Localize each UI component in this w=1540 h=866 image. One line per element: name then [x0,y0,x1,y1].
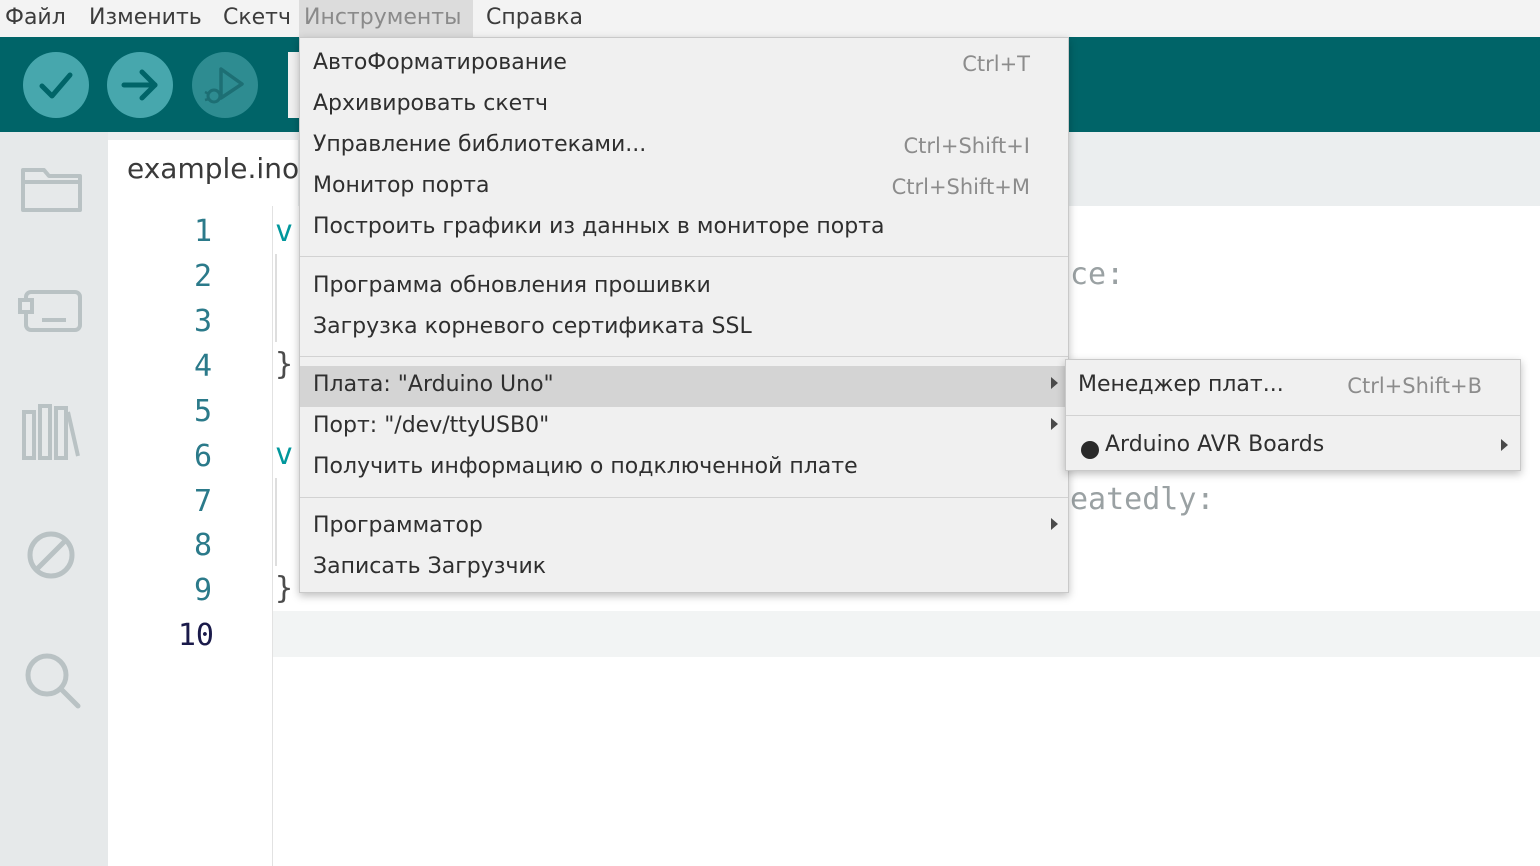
menu-item-label: Порт: "/dev/ttyUSB0" [313,413,550,438]
menu-item-board[interactable]: Плата: "Arduino Uno" [300,366,1068,407]
menu-tools[interactable]: Инструменты [299,0,473,37]
debug-icon [204,67,244,104]
code-line-9: } [275,571,294,606]
menu-item-manage-libraries[interactable]: Управление библиотеками... Ctrl+Shift+I [300,126,1068,167]
code-line-4: } [275,347,294,382]
menu-item-label: Плата: "Arduino Uno" [313,372,554,397]
debug-off-icon[interactable] [18,522,86,590]
code-line-1: v [275,214,294,249]
menu-item-firmware-updater[interactable]: Программа обновления прошивки [300,267,1068,308]
menu-item-shortcut: Ctrl+Shift+M [891,175,1030,199]
code-line-7: eatedly: [1070,482,1215,517]
selected-dot-icon [1081,441,1099,459]
menu-item-label: Монитор порта [313,173,490,198]
folder-icon[interactable] [18,154,86,222]
check-icon [39,72,73,99]
menu-separator [1066,415,1520,416]
menu-item-label: Записать Загрузчик [313,554,547,579]
menu-item-programmer[interactable]: Программатор [300,507,1068,548]
menu-item-label: Получить информацию о подключенной плате [313,454,858,479]
menu-item-shortcut: Ctrl+T [962,52,1030,76]
menu-separator [300,497,1068,498]
menu-edit[interactable]: Изменить [84,0,207,37]
menu-item-label: Программа обновления прошивки [313,273,711,298]
verify-button[interactable] [23,52,89,118]
line-number: 7 [193,484,212,519]
indent-guide [275,478,277,566]
submenu-arrow-icon [1051,418,1058,430]
line-number-current: 10 [177,618,214,653]
line-number-gutter: 1 2 3 4 5 6 7 8 9 10 [108,206,272,866]
menu-item-burn-bootloader[interactable]: Записать Загрузчик [300,548,1068,589]
menu-item-label: Программатор [313,513,483,538]
menu-separator [300,256,1068,257]
line-number: 3 [193,304,212,339]
menu-item-upload-ssl-certificate[interactable]: Загрузка корневого сертификата SSL [300,308,1068,349]
tab-label: example.ino [127,152,300,185]
menu-item-serial-monitor[interactable]: Монитор порта Ctrl+Shift+M [300,167,1068,208]
line-number: 2 [193,259,212,294]
menu-item-archive-sketch[interactable]: Архивировать скетч [300,85,1068,126]
submenu-item-avr-boards[interactable]: Arduino AVR Boards [1066,424,1520,468]
line-number: 5 [193,394,212,429]
code-line-6: v [275,437,294,472]
code-line-2: ce: [1070,257,1125,292]
board-icon[interactable] [18,276,86,344]
menu-item-label: АвтоФорматирование [313,50,567,75]
arrow-right-icon [121,69,158,101]
menu-item-shortcut: Ctrl+Shift+I [903,134,1030,158]
menu-item-label: Построить графики из данных в мониторе п… [313,214,885,239]
submenu-arrow-icon [1501,439,1508,451]
menu-separator [300,356,1068,357]
line-number: 6 [193,439,212,474]
menu-sketch[interactable]: Скетч [218,0,296,37]
submenu-item-label: Менеджер плат... [1078,372,1284,397]
submenu-item-boards-manager[interactable]: Менеджер плат... Ctrl+Shift+B [1066,366,1520,407]
line-number: 4 [193,349,212,384]
submenu-item-label: Arduino AVR Boards [1105,432,1325,457]
menu-bar: Файл Изменить Скетч Инструменты Справка [0,0,1540,37]
menu-item-label: Управление библиотеками... [313,132,647,157]
menu-item-autoformat[interactable]: АвтоФорматирование Ctrl+T [300,44,1068,85]
submenu-item-shortcut: Ctrl+Shift+B [1347,374,1482,398]
tab-example-ino[interactable]: example.ino [108,140,300,206]
menu-item-port[interactable]: Порт: "/dev/ttyUSB0" [300,407,1068,448]
menu-item-serial-plotter[interactable]: Построить графики из данных в мониторе п… [300,208,1068,249]
search-icon[interactable] [18,646,86,714]
line-number: 9 [193,573,212,608]
menu-item-label: Загрузка корневого сертификата SSL [313,314,752,339]
indent-guide [275,254,277,342]
library-icon[interactable] [18,398,86,466]
menu-help[interactable]: Справка [481,0,588,37]
submenu-arrow-icon [1051,518,1058,530]
board-submenu: Менеджер плат... Ctrl+Shift+B Arduino AV… [1065,359,1521,471]
menu-file[interactable]: Файл [0,0,71,37]
line-number: 8 [193,528,212,563]
current-line-highlight [273,611,1540,657]
activity-sidebar [0,132,108,866]
line-number: 1 [193,214,212,249]
menu-item-label: Архивировать скетч [313,91,548,116]
menu-item-board-info[interactable]: Получить информацию о подключенной плате [300,448,1068,489]
debug-button[interactable] [192,52,258,118]
submenu-arrow-icon [1051,377,1058,389]
upload-button[interactable] [107,52,173,118]
tools-menu: АвтоФорматирование Ctrl+T Архивировать с… [299,37,1069,593]
